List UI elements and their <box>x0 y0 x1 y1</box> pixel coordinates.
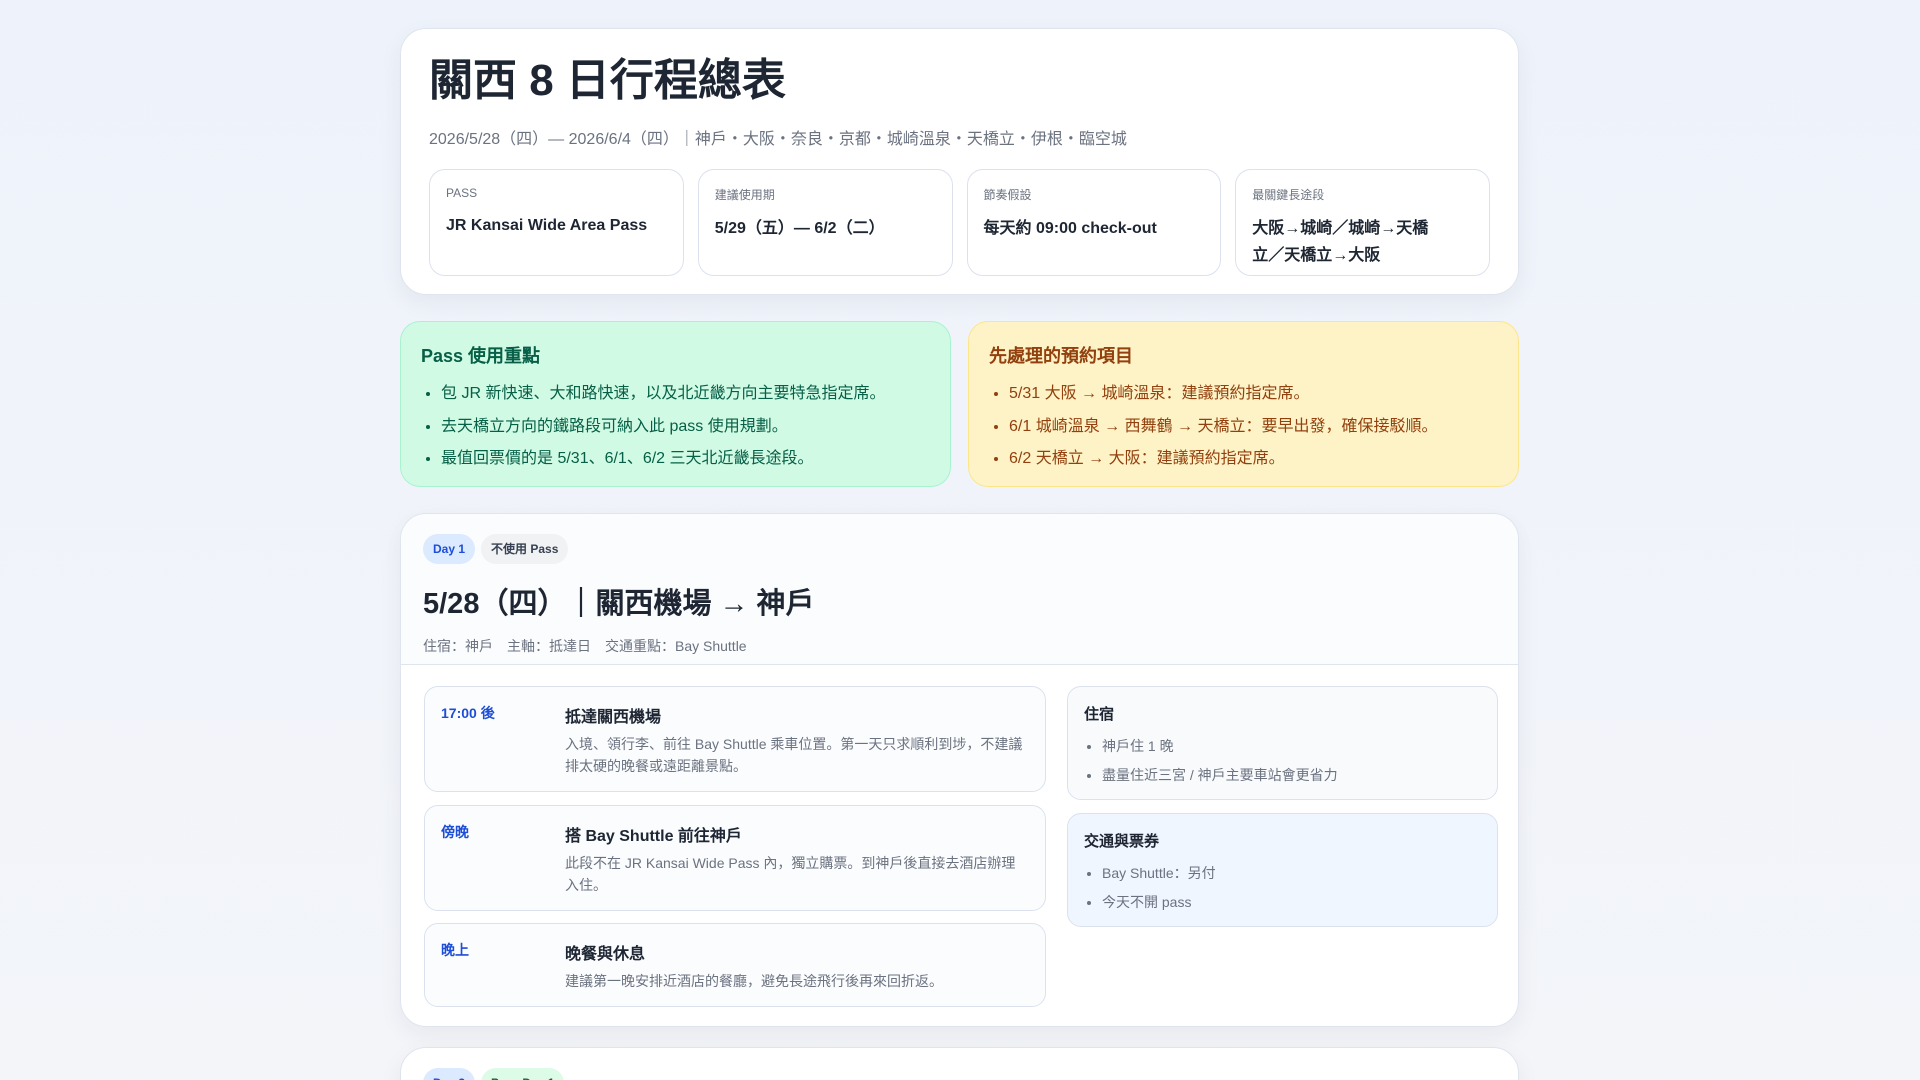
page-title: 關西 8 日行程總表 <box>429 56 786 105</box>
stat-value: JR Kansai Wide Area Pass <box>446 217 648 234</box>
stat-label: PASS <box>446 186 478 200</box>
stat-value: 5/29（五）— 6/2（二） <box>714 220 885 237</box>
stay-panel: 住宿神戶住 1 晚盡量住近三宮 / 神戶主要車站會更省力 <box>1067 686 1498 800</box>
activity-item: 晚上 晚餐與休息建議第一晚安排近酒店的餐廳，避免長途飛行後再來回折返。 <box>424 923 1046 1007</box>
list-item: Bay Shuttle：另付 <box>1102 859 1481 888</box>
day-badge: Day 1 <box>423 534 476 564</box>
callout-title: 先處理的預約項目 <box>989 346 1133 366</box>
stat-label: 建議使用期 <box>714 188 775 202</box>
activity-time: 晚上 <box>441 942 469 958</box>
list-item: 最值回票價的是 5/31、6/1、6/2 三天北近畿長途段。 <box>441 443 930 476</box>
list-item: 包 JR 新快速、大和路快速，以及北近畿方向主要特急指定席。 <box>441 378 930 411</box>
list-item: 5/31 大阪 → 城崎溫泉：建議預約指定席。 <box>1009 378 1498 411</box>
pass-badge: Pass Day 1 <box>481 1068 565 1080</box>
stat-key-legs: 最關鍵長途段大阪→城崎／城崎→天橋立／天橋立→大阪 <box>1235 169 1490 276</box>
activity-title: 搭 Bay Shuttle 前往神戶 <box>565 828 742 845</box>
stat-value: 大阪→城崎／城崎→天橋立／天橋立→大阪 <box>1252 220 1429 264</box>
activity-desc: 建議第一晚安排近酒店的餐廳，避免長途飛行後再來回折返。 <box>565 973 943 989</box>
stat-period: 建議使用期 5/29（五）— 6/2（二） <box>697 169 953 276</box>
activity-item: 傍晚 搭 Bay Shuttle 前往神戶此段不在 JR Kansai Wide … <box>424 805 1046 911</box>
reservations-callout: 先處理的預約項目 5/31 大阪 → 城崎溫泉：建議預約指定席。6/1 城崎溫泉… <box>968 321 1519 487</box>
activity-time: 17:00 後 <box>441 705 495 721</box>
activity-time: 傍晚 <box>441 824 469 840</box>
day-meta: 住宿：神戶 主軸：抵達日 交通重點：Bay Shuttle <box>423 638 747 654</box>
pass-notes-callout: Pass 使用重點 包 JR 新快速、大和路快速，以及北近畿方向主要特急指定席。… <box>400 321 951 487</box>
day-card-2: Day 2 Pass Day 1 <box>400 1047 1519 1080</box>
overview-card: 關西 8 日行程總表 2026/5/28（四）— 2026/6/4（四）｜神戶・… <box>400 28 1519 295</box>
transport-panel: 交通與票券 Bay Shuttle：另付今天不開 pass <box>1067 813 1498 927</box>
day-title: 5/28（四）｜關西機場 → 神戶 <box>423 588 815 620</box>
list-item: 神戶住 1 晚 <box>1102 732 1481 761</box>
list-item: 6/1 城崎溫泉 → 西舞鶴 → 天橋立：要早出發，確保接駁順。 <box>1009 411 1498 444</box>
activity-title: 晚餐與休息 <box>565 946 646 963</box>
activity-desc: 入境、領行李、前往 Bay Shuttle 乘車位置。第一天只求順利到埗，不建議… <box>565 736 1023 774</box>
list-item: 今天不開 pass <box>1102 888 1481 917</box>
list-item: 盡量住近三宮 / 神戶主要車站會更省力 <box>1102 761 1481 790</box>
list-item: 6/2 天橋立 → 大阪：建議預約指定席。 <box>1009 443 1498 476</box>
stat-label: 最關鍵長途段 <box>1252 188 1325 202</box>
activity-item: 17:00 後 抵達關西機場入境、領行李、前往 Bay Shuttle 乘車位置。… <box>424 686 1046 792</box>
activity-desc: 此段不在 JR Kansai Wide Pass 內，獨立購票。到神戶後直接去酒… <box>565 855 1016 893</box>
day-badge: Day 2 <box>423 1068 476 1080</box>
list-item: 去天橋立方向的鐵路段可納入此 pass 使用規劃。 <box>441 411 930 444</box>
panel-title: 交通與票券 <box>1084 833 1160 850</box>
page-subtitle: 2026/5/28（四）— 2026/6/4（四）｜神戶・大阪・奈良・京都・城崎… <box>429 131 1127 148</box>
stat-value: 每天約 09:00 check-out <box>983 220 1157 237</box>
stat-rhythm: 節奏假設每天約 09:00 check-out <box>966 169 1222 276</box>
day-card-1: Day 1 不使用 Pass 5/28（四）｜關西機場 → 神戶 住宿：神戶 主軸… <box>400 513 1519 1027</box>
stat-pass: PASS JR Kansai Wide Area Pass <box>429 169 684 276</box>
stat-label: 節奏假設 <box>983 188 1032 202</box>
panel-title: 住宿 <box>1084 706 1115 723</box>
pass-badge: 不使用 Pass <box>481 534 569 564</box>
callout-title: Pass 使用重點 <box>421 346 541 366</box>
activity-title: 抵達關西機場 <box>565 709 662 726</box>
